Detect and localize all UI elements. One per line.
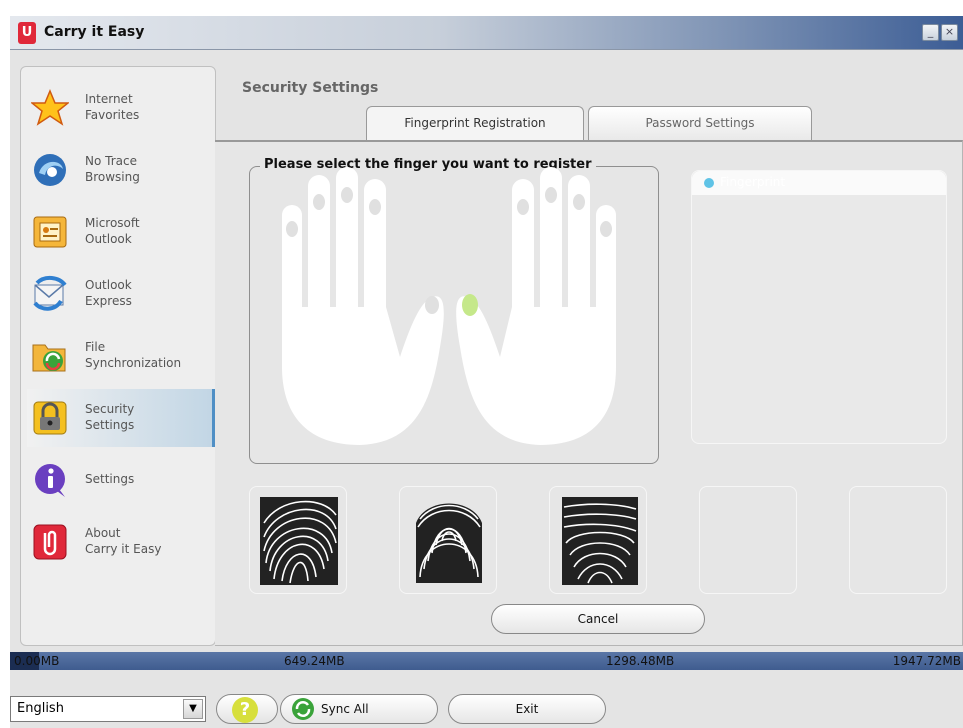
minimize-button[interactable]: _ (922, 24, 939, 41)
fingerprint-icon (416, 503, 482, 583)
sidebar-item-label: Microsoft Outlook (85, 216, 140, 246)
fingerprint-slot-5[interactable] (849, 486, 947, 594)
right-ring-tip[interactable] (573, 194, 585, 210)
language-value: English (17, 701, 64, 716)
storage-total-label: 1947.72MB (892, 654, 961, 668)
outlook-express-icon (31, 275, 69, 313)
storage-tick-label: 649.24MB (284, 654, 345, 668)
left-index-tip[interactable] (369, 199, 381, 215)
status-dot-icon (704, 178, 714, 188)
folder-sync-icon (31, 337, 69, 375)
sidebar-item-security-settings[interactable]: Security Settings (27, 389, 215, 447)
sidebar-item-settings[interactable]: Settings (27, 451, 215, 509)
right-middle-tip[interactable] (545, 187, 557, 203)
left-hand (282, 167, 444, 445)
bottom-toolbar: English ▼ ? Sync All Exit (10, 670, 963, 728)
sidebar-item-no-trace-browsing[interactable]: No Trace Browsing (27, 141, 215, 199)
storage-used-label: 0.00MB (14, 654, 60, 668)
chevron-down-icon[interactable]: ▼ (183, 699, 203, 719)
main-window: Internet Favorites No Trace Browsing Mic… (10, 50, 963, 652)
fingerprint-registration-panel: Please select the finger you want to reg… (215, 140, 963, 646)
outlook-icon (31, 213, 69, 251)
star-icon (31, 89, 69, 127)
browser-swirl-icon (31, 151, 69, 189)
sidebar-item-internet-favorites[interactable]: Internet Favorites (27, 79, 215, 137)
fingerprint-icon (260, 497, 338, 585)
fingerprint-icon (562, 497, 638, 585)
sidebar-item-label: About Carry it Easy (85, 526, 162, 556)
sidebar-item-label: No Trace Browsing (85, 154, 140, 184)
fingerprint-preview-panel: Fingerprint (691, 170, 947, 444)
page-title: Security Settings (242, 80, 379, 96)
sidebar-item-label: Settings (85, 472, 135, 486)
sidebar-item-about[interactable]: About Carry it Easy (27, 513, 215, 571)
storage-usage-bar: 0.00MB 649.24MB 1298.48MB 1947.72MB (10, 652, 963, 670)
window-title: Carry it Easy (44, 24, 145, 40)
fingerprint-preview-title: Fingerprint (720, 175, 786, 189)
sidebar-item-outlook-express[interactable]: Outlook Express (27, 265, 215, 323)
sidebar-item-label: File Synchronization (85, 340, 182, 370)
language-select[interactable]: English ▼ (10, 696, 206, 722)
sidebar-item-file-synchronization[interactable]: File Synchronization (27, 327, 215, 385)
question-mark-icon: ? (232, 697, 258, 723)
right-hand (456, 167, 616, 445)
cancel-button[interactable]: Cancel (491, 604, 705, 634)
left-thumb-tip[interactable] (425, 296, 439, 314)
title-bar[interactable]: U Carry it Easy _ × (10, 16, 963, 50)
tab-password-settings[interactable]: Password Settings (588, 106, 812, 140)
sidebar-item-label: Internet Favorites (85, 92, 140, 122)
fingerprint-slot-1[interactable] (249, 486, 347, 594)
fingerprint-preview-header: Fingerprint (692, 171, 946, 195)
sidebar-item-microsoft-outlook[interactable]: Microsoft Outlook (27, 203, 215, 261)
close-button[interactable]: × (941, 24, 958, 41)
fingerprint-slot-4[interactable] (699, 486, 797, 594)
fingerprint-slot-3[interactable] (549, 486, 647, 594)
sidebar-item-label: Security Settings (85, 402, 135, 432)
sidebar-item-label: Outlook Express (85, 278, 132, 308)
right-thumb-tip-selected[interactable] (462, 294, 478, 316)
sync-icon (292, 698, 314, 720)
left-pinky-tip[interactable] (286, 221, 298, 237)
right-pinky-tip[interactable] (600, 221, 612, 237)
finger-selector: Please select the finger you want to reg… (249, 157, 659, 464)
right-index-tip[interactable] (517, 199, 529, 215)
left-middle-tip[interactable] (341, 187, 353, 203)
lock-icon (31, 399, 69, 437)
hands-diagram (282, 167, 616, 445)
left-ring-tip[interactable] (313, 194, 325, 210)
sync-all-label: Sync All (321, 702, 369, 716)
storage-tick-label: 1298.48MB (606, 654, 675, 668)
paperclip-icon: U (18, 22, 36, 44)
exit-button[interactable]: Exit (448, 694, 606, 724)
info-icon (31, 461, 69, 499)
help-button[interactable]: ? (216, 694, 278, 724)
fingerprint-slot-2[interactable] (399, 486, 497, 594)
sidebar: Internet Favorites No Trace Browsing Mic… (20, 66, 216, 646)
paperclip-icon (31, 523, 69, 561)
tab-fingerprint-registration[interactable]: Fingerprint Registration (366, 106, 584, 140)
sync-all-button[interactable]: Sync All (280, 694, 438, 724)
